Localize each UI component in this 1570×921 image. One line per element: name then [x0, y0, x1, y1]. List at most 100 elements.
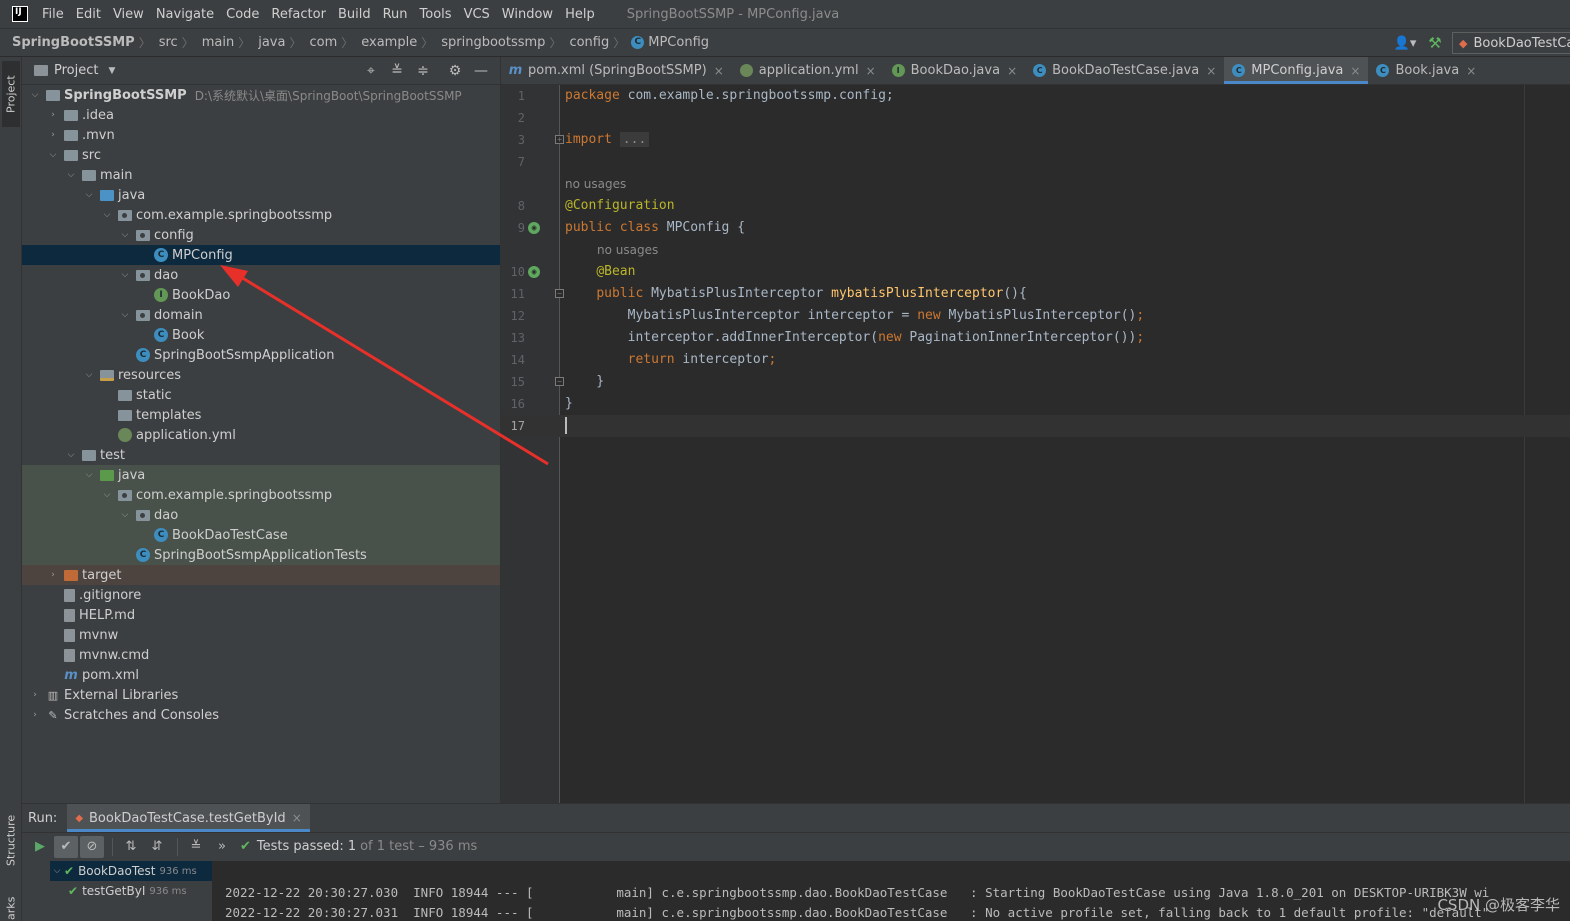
- hide-panel-icon[interactable]: —: [468, 63, 494, 79]
- tab-mpconfig[interactable]: C MPConfig.java ×: [1224, 57, 1369, 84]
- tree-item-mpconfig[interactable]: C MPConfig: [22, 245, 500, 265]
- chevron-down-icon[interactable]: ⌵: [100, 490, 114, 500]
- menu-window[interactable]: Window: [496, 7, 559, 22]
- tree-item-static[interactable]: static: [22, 385, 500, 405]
- menu-edit[interactable]: Edit: [70, 7, 107, 22]
- tree-item-application-tests[interactable]: C SpringBootSsmpApplicationTests: [22, 545, 500, 565]
- chevron-right-icon[interactable]: ›: [28, 690, 42, 700]
- breadcrumb-item[interactable]: java: [250, 35, 289, 50]
- bookmarks-tool-tab[interactable]: arks: [2, 895, 20, 921]
- tree-item-bookdaotestcase[interactable]: C BookDaoTestCase: [22, 525, 500, 545]
- menu-vcs[interactable]: VCS: [458, 7, 496, 22]
- tree-item-mvnw-cmd[interactable]: mvnw.cmd: [22, 645, 500, 665]
- menu-view[interactable]: View: [107, 7, 150, 22]
- structure-tool-tab[interactable]: Structure: [2, 811, 20, 869]
- tree-item-resources[interactable]: ⌵ resources: [22, 365, 500, 385]
- spring-bean-gutter-icon[interactable]: ◉: [528, 266, 540, 278]
- collapse-all-icon[interactable]: ≑: [410, 63, 436, 79]
- chevron-down-icon[interactable]: ⌵: [118, 270, 132, 280]
- breadcrumb-item[interactable]: SpringBootSSMP: [0, 35, 139, 50]
- close-icon[interactable]: ×: [1350, 64, 1360, 78]
- menu-refactor[interactable]: Refactor: [265, 7, 332, 22]
- chevron-down-icon[interactable]: ⌵: [118, 230, 132, 240]
- tab-bookdaotestcase[interactable]: C BookDaoTestCase.java ×: [1025, 57, 1224, 84]
- tree-item-package[interactable]: ⌵ com.example.springbootssmp: [22, 205, 500, 225]
- chevron-right-icon[interactable]: ›: [46, 130, 60, 140]
- tree-item-dao[interactable]: ⌵ dao: [22, 265, 500, 285]
- sort-by-duration-icon[interactable]: ⇵: [145, 836, 169, 858]
- tab-bookdao[interactable]: I BookDao.java ×: [884, 57, 1026, 84]
- gear-icon[interactable]: ⚙: [442, 63, 468, 79]
- fold-toggle-icon[interactable]: −: [555, 377, 564, 386]
- tree-item-bookdao[interactable]: I BookDao: [22, 285, 500, 305]
- tree-item-templates[interactable]: templates: [22, 405, 500, 425]
- tree-item-application-yml[interactable]: application.yml: [22, 425, 500, 445]
- tree-item-project-root[interactable]: ⌵ SpringBootSSMP D:\系统默认\桌面\SpringBoot\S…: [22, 85, 500, 105]
- code-editor[interactable]: 1 package com.example.springbootssmp.conf…: [501, 85, 1570, 803]
- fold-toggle-icon[interactable]: +: [555, 135, 564, 144]
- chevron-down-icon[interactable]: ⌵: [64, 170, 78, 180]
- sort-alphabetically-icon[interactable]: ⇅: [119, 836, 143, 858]
- chevron-down-icon[interactable]: ⌵: [82, 470, 96, 480]
- chevron-down-icon[interactable]: ⌵: [28, 90, 42, 100]
- close-icon[interactable]: ×: [1007, 64, 1017, 78]
- close-icon[interactable]: ×: [1206, 64, 1216, 78]
- tree-item-book[interactable]: C Book: [22, 325, 500, 345]
- close-icon[interactable]: ×: [866, 64, 876, 78]
- tree-item-external-libraries[interactable]: › ▥ External Libraries: [22, 685, 500, 705]
- fold-toggle-icon[interactable]: −: [555, 289, 564, 298]
- chevron-down-icon[interactable]: ▼: [108, 66, 115, 76]
- tree-item-mvnw[interactable]: mvnw: [22, 625, 500, 645]
- tree-item-application-class[interactable]: C SpringBootSsmpApplication: [22, 345, 500, 365]
- tree-item-test-java[interactable]: ⌵ java: [22, 465, 500, 485]
- chevron-down-icon[interactable]: ⌵: [82, 190, 96, 200]
- tree-item-pom-xml[interactable]: m pom.xml: [22, 665, 500, 685]
- chevron-down-icon[interactable]: ⌵: [82, 370, 96, 380]
- build-hammer-icon[interactable]: ⚒: [1418, 34, 1452, 52]
- rerun-play-icon[interactable]: ▶: [28, 836, 52, 858]
- code-vision-hint-text[interactable]: no usages: [597, 239, 658, 261]
- code-vision-hint-text[interactable]: no usages: [565, 173, 626, 195]
- close-icon[interactable]: ×: [1466, 64, 1476, 78]
- more-chevron-icon[interactable]: »: [210, 836, 234, 858]
- tree-item-test[interactable]: ⌵ test: [22, 445, 500, 465]
- tree-item-idea[interactable]: › .idea: [22, 105, 500, 125]
- tree-item-test-package[interactable]: ⌵ com.example.springbootssmp: [22, 485, 500, 505]
- chevron-right-icon[interactable]: ›: [46, 570, 60, 580]
- run-configuration-selector[interactable]: ◆ BookDaoTestCase: [1452, 32, 1570, 54]
- tree-item-scratches[interactable]: › ✎ Scratches and Consoles: [22, 705, 500, 725]
- tab-book[interactable]: C Book.java ×: [1368, 57, 1484, 84]
- chevron-down-icon[interactable]: ⌵: [64, 450, 78, 460]
- menu-build[interactable]: Build: [332, 7, 377, 22]
- close-icon[interactable]: ×: [714, 64, 724, 78]
- console-output[interactable]: 2022-12-22 20:30:27.030 INFO 18944 --- […: [212, 861, 1570, 921]
- run-tab[interactable]: ◆ BookDaoTestCase.testGetById ×: [67, 804, 311, 832]
- tree-item-test-dao[interactable]: ⌵ dao: [22, 505, 500, 525]
- project-tool-tab[interactable]: Project: [2, 61, 20, 127]
- menu-navigate[interactable]: Navigate: [150, 7, 220, 22]
- tree-item-java[interactable]: ⌵ java: [22, 185, 500, 205]
- locate-crosshair-icon[interactable]: ⌖: [358, 63, 384, 79]
- tree-item-config[interactable]: ⌵ config: [22, 225, 500, 245]
- tree-item-target[interactable]: › target: [22, 565, 500, 585]
- expand-all-icon[interactable]: ≚: [184, 836, 208, 858]
- breadcrumb-item[interactable]: main: [194, 35, 238, 50]
- tree-item-help-md[interactable]: HELP.md: [22, 605, 500, 625]
- show-passed-check-icon[interactable]: ✔: [54, 835, 78, 858]
- tree-item-src[interactable]: ⌵ src: [22, 145, 500, 165]
- project-panel-title[interactable]: Project: [54, 63, 98, 78]
- menu-tools[interactable]: Tools: [414, 7, 458, 22]
- tree-item-mvn[interactable]: › .mvn: [22, 125, 500, 145]
- breadcrumb-item[interactable]: example: [353, 35, 421, 50]
- breadcrumb-item[interactable]: com: [301, 35, 341, 50]
- breadcrumb-item[interactable]: MPConfig: [648, 35, 713, 50]
- chevron-down-icon[interactable]: ⌵: [118, 510, 132, 520]
- tree-item-domain[interactable]: ⌵ domain: [22, 305, 500, 325]
- folded-imports[interactable]: ...: [619, 132, 650, 147]
- breadcrumb-item[interactable]: src: [151, 35, 182, 50]
- expand-all-icon[interactable]: ≚: [384, 63, 410, 79]
- tab-pom-xml[interactable]: m pom.xml (SpringBootSSMP) ×: [501, 57, 732, 84]
- menu-code[interactable]: Code: [220, 7, 265, 22]
- tab-application-yml[interactable]: application.yml ×: [732, 57, 884, 84]
- tree-item-main[interactable]: ⌵ main: [22, 165, 500, 185]
